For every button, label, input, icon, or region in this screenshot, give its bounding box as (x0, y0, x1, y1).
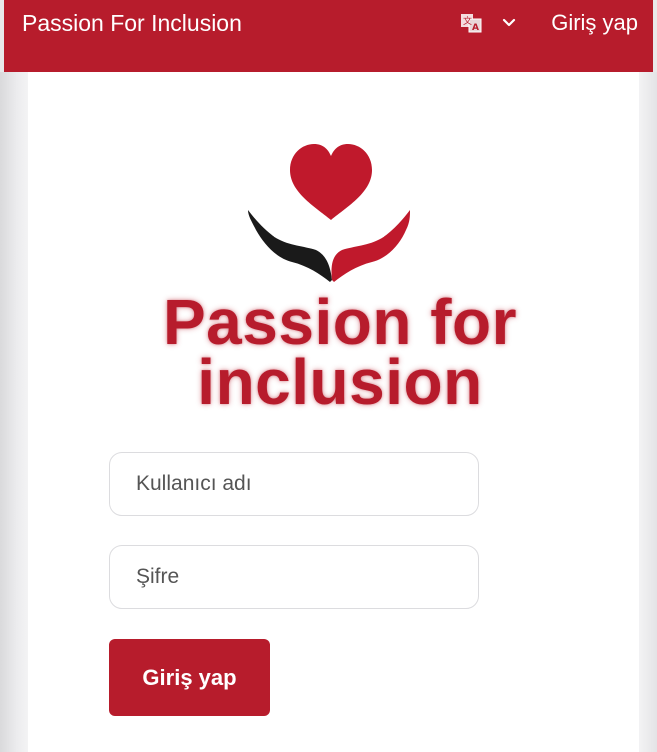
username-input[interactable] (109, 452, 479, 516)
logo-emblem (248, 144, 410, 282)
password-input[interactable] (109, 545, 479, 609)
hands-icon (248, 210, 410, 282)
brand-title[interactable]: Passion For Inclusion (22, 9, 242, 37)
logo-text-line2: inclusion (197, 346, 483, 418)
top-navbar: Passion For Inclusion 文 A Giriş yap (4, 0, 653, 72)
right-page-margin (639, 72, 657, 752)
language-selector[interactable]: 文 A (456, 8, 536, 38)
svg-text:A: A (472, 23, 479, 33)
app-frame: Passion For Inclusion 文 A Giriş yap Pass… (0, 0, 657, 752)
logo-text-line1: Passion for (162, 286, 518, 358)
chevron-down-icon (502, 18, 516, 27)
translate-icon: 文 A (461, 14, 482, 33)
svg-text:文: 文 (463, 15, 472, 27)
login-button[interactable]: Giriş yap (109, 639, 270, 716)
login-link[interactable]: Giriş yap (551, 9, 638, 37)
left-page-margin (0, 72, 28, 752)
heart-icon (290, 144, 372, 220)
